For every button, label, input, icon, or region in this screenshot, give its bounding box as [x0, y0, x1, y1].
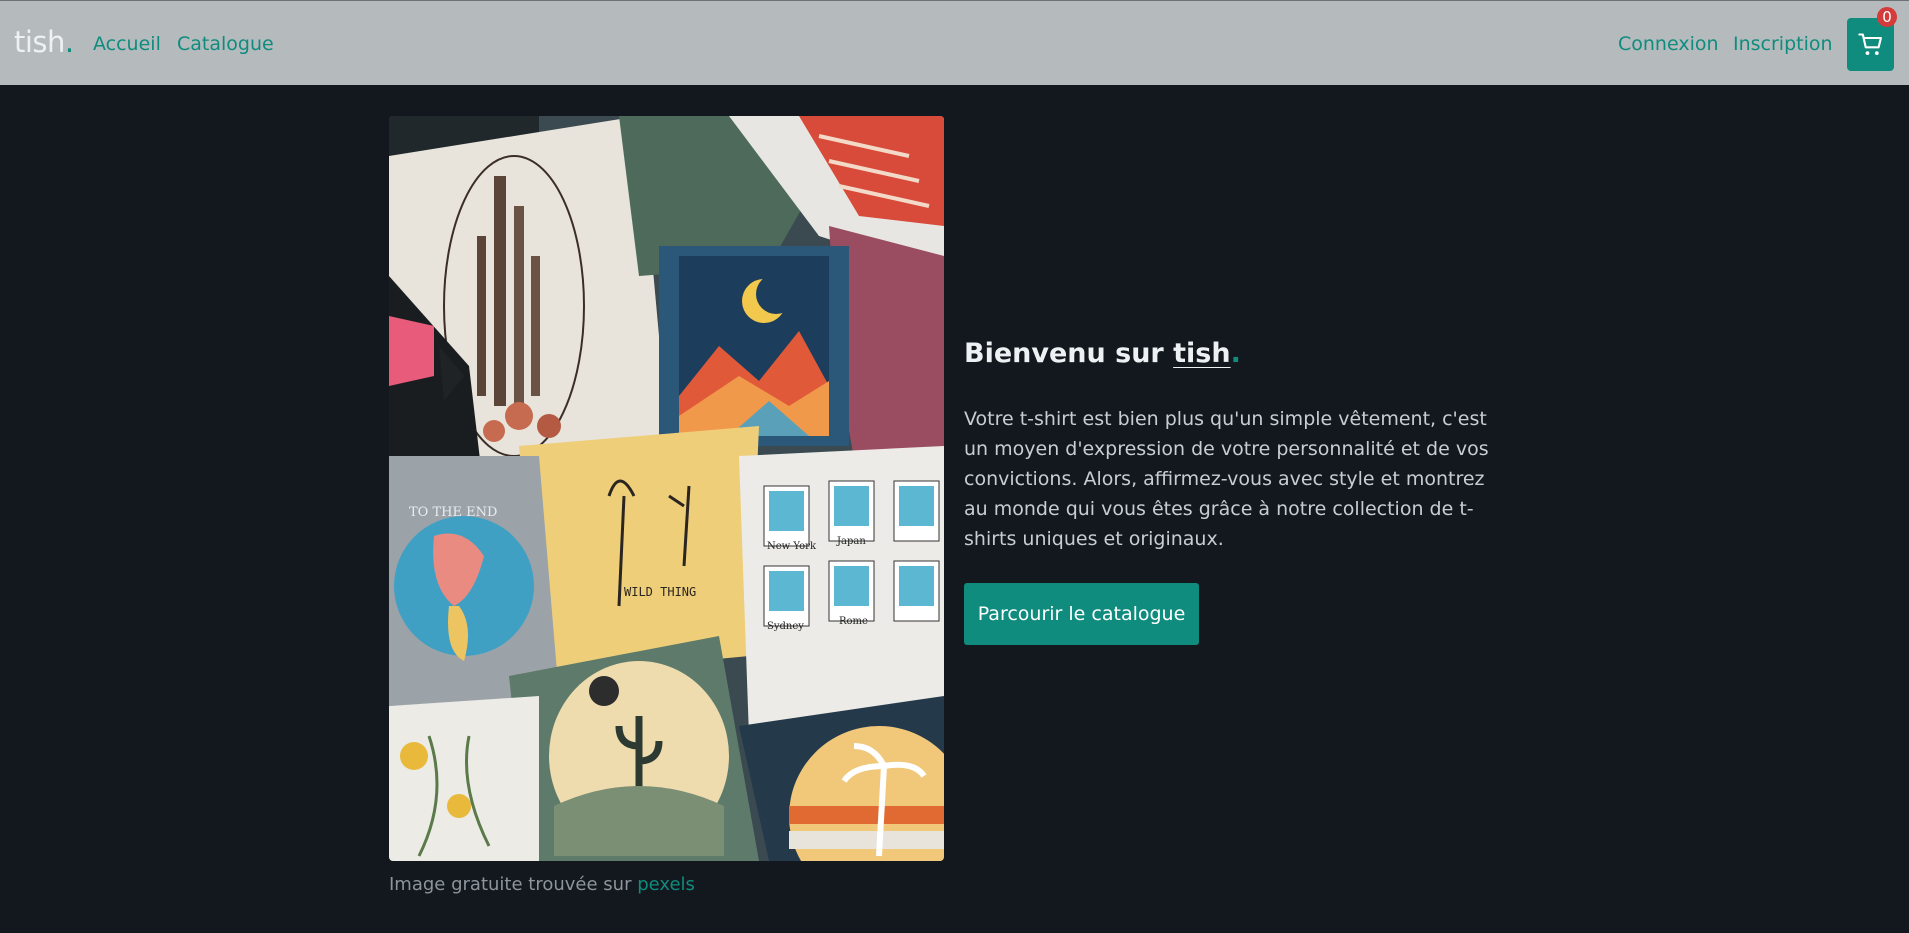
shirt-text-sydney: Sydney — [767, 621, 804, 632]
nav-link-accueil[interactable]: Accueil — [93, 33, 161, 55]
image-credit-text: Image gratuite trouvée sur — [389, 874, 638, 895]
hero-description: Votre t-shirt est bien plus qu'un simple… — [964, 408, 1489, 550]
navbar: tish. Accueil Catalogue Connexion Inscri… — [0, 0, 1909, 85]
brand-name: tish — [14, 25, 65, 59]
brand-logo[interactable]: tish. — [14, 25, 74, 59]
tshirts-photo: ORE WILD THING TO THE END New Yor — [389, 116, 944, 861]
hero-title-dot: . — [1230, 338, 1241, 369]
shirt-text-to-the-end: TO THE END — [409, 505, 497, 520]
browse-catalogue-button[interactable]: Parcourir le catalogue — [964, 583, 1199, 645]
shopping-cart-icon — [1858, 33, 1882, 56]
shirt-text-new-york: New York — [767, 541, 817, 552]
shirt-text-japan: Japan — [836, 536, 866, 547]
hero-image: ORE WILD THING TO THE END New Yor — [389, 116, 944, 861]
image-credit: Image gratuite trouvée sur pexels — [389, 874, 695, 895]
shirt-text-rome: Rome — [839, 616, 868, 627]
shirt-text-wild-thing: WILD THING — [624, 585, 696, 599]
nav-link-connexion[interactable]: Connexion — [1618, 33, 1719, 55]
brand-dot: . — [64, 25, 74, 59]
hero-title-prefix: Bienvenu sur — [964, 338, 1174, 369]
nav-link-catalogue[interactable]: Catalogue — [177, 33, 274, 55]
pexels-link[interactable]: pexels — [637, 874, 695, 895]
nav-link-inscription[interactable]: Inscription — [1733, 33, 1833, 55]
hero-title: Bienvenu sur tish. — [964, 338, 1241, 369]
hero-title-brand: tish — [1173, 338, 1231, 369]
cart-count-badge: 0 — [1877, 7, 1897, 27]
